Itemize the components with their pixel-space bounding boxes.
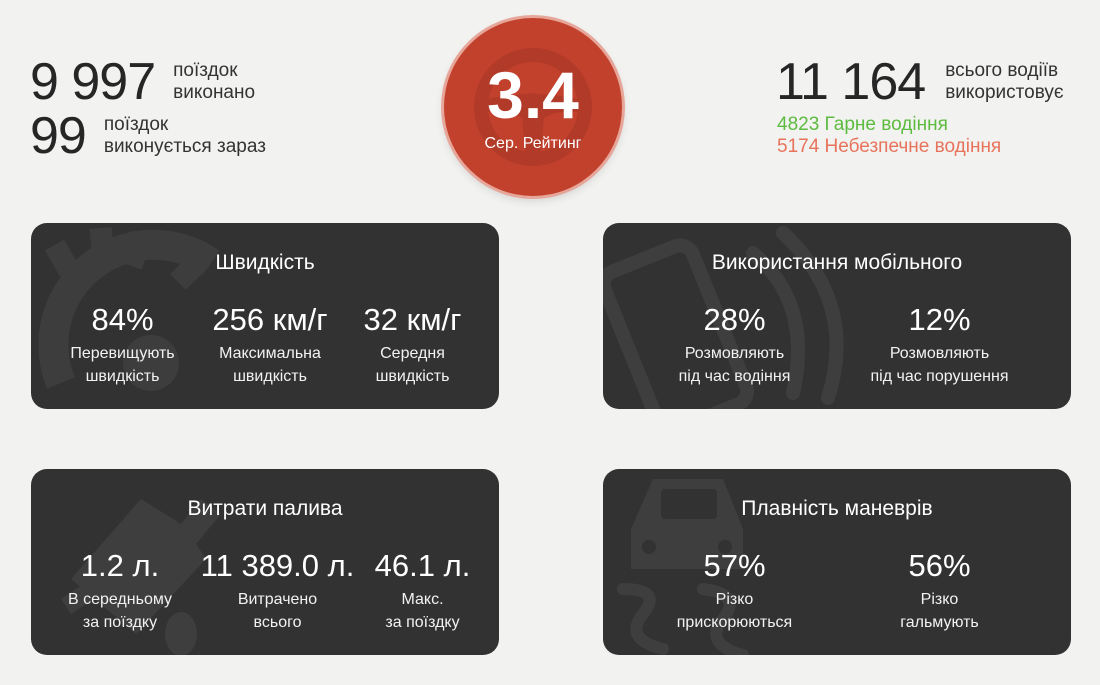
metric-label-line2: швидкість xyxy=(375,368,450,385)
drivers-total-stat: 11 164 всього водіїв використовує xyxy=(776,56,1064,108)
speed-card: Швидкість 84% Перевищують швидкість 256 … xyxy=(31,223,499,409)
metric-label-line2: під час порушення xyxy=(870,368,1009,385)
fuel-card-title: Витрати палива xyxy=(187,497,343,520)
speed-card-title: Швидкість xyxy=(215,251,315,274)
metric-label-line1: Розмовляють xyxy=(684,345,785,362)
good-driving-count: 4823 Гарне водіння xyxy=(777,114,948,135)
metric-value: 1.2 л. xyxy=(80,548,160,583)
metric-label-line1: Середня xyxy=(380,345,445,362)
drivers-total-value: 11 164 xyxy=(776,53,926,111)
metric-value: 57% xyxy=(703,548,766,583)
smoothness-metric-accel: 57% Різко прискорюються xyxy=(632,549,837,634)
metric-label-line1: В середньому xyxy=(67,591,173,608)
smoothness-metric-brake: 56% Різко гальмують xyxy=(837,549,1042,634)
trips-completed-value: 9 997 xyxy=(30,53,156,111)
mobile-metrics: 28% Розмовляють під час водіння 12% Розм… xyxy=(603,303,1071,388)
mobile-card-title: Використання мобільного xyxy=(711,251,963,274)
drivers-total-label-line1: всього водіїв xyxy=(945,60,1059,81)
metric-label-line2: гальмують xyxy=(900,614,979,631)
metric-label-line2: за поїздку xyxy=(385,614,460,631)
trips-in-progress-stat: 99 поїздок виконується зараз xyxy=(30,110,266,162)
metric-value: 84% xyxy=(91,302,154,337)
smoothness-metrics: 57% Різко прискорюються 56% Різко гальму… xyxy=(603,549,1071,634)
metric-label-line1: Максимальна xyxy=(219,345,321,362)
metric-label-line2: швидкість xyxy=(85,368,160,385)
metric-value: 256 км/г xyxy=(212,302,328,337)
speed-metric-max: 256 км/г Максимальна швидкість xyxy=(198,303,343,388)
trips-in-progress-label-line2: виконується зараз xyxy=(103,136,266,157)
average-rating-badge: 3.4 Сер. Рейтинг xyxy=(444,18,622,196)
metric-label-line2: швидкість xyxy=(233,368,307,385)
speed-metric-over: 84% Перевищують швидкість xyxy=(48,303,198,388)
metric-label-line1: Різко xyxy=(920,591,959,608)
trips-completed-stat: 9 997 поїздок виконано xyxy=(30,56,255,108)
fuel-metrics: 1.2 л. В середньому за поїздку 11 389.0 … xyxy=(31,549,499,634)
fuel-card: Витрати палива 1.2 л. В середньому за по… xyxy=(31,469,499,655)
dangerous-driving-count: 5174 Небезпечне водіння xyxy=(777,136,1002,157)
rating-value: 3.4 xyxy=(487,58,579,132)
metric-value: 11 389.0 л. xyxy=(200,548,355,583)
metric-label-line2: прискорюються xyxy=(676,614,793,631)
trips-in-progress-label: поїздок виконується зараз xyxy=(104,114,266,158)
metric-label-line1: Розмовляють xyxy=(889,345,990,362)
mobile-metric-driving: 28% Розмовляють під час водіння xyxy=(632,303,837,388)
metric-label-line2: під час водіння xyxy=(678,368,791,385)
mobile-usage-card: Використання мобільного 28% Розмовляють … xyxy=(603,223,1071,409)
mobile-metric-violation: 12% Розмовляють під час порушення xyxy=(837,303,1042,388)
metric-label-line2: всього xyxy=(253,614,302,631)
smoothness-card: Плавність маневрів 57% Різко прискорюють… xyxy=(603,469,1071,655)
metric-value: 12% xyxy=(908,302,971,337)
fuel-metric-total: 11 389.0 л. Витрачено всього xyxy=(200,549,355,634)
metric-label-line2: за поїздку xyxy=(82,614,158,631)
metric-value: 28% xyxy=(703,302,766,337)
metric-value: 32 км/г xyxy=(363,302,462,337)
trips-completed-label-line1: поїздок xyxy=(173,60,238,81)
smoothness-card-title: Плавність маневрів xyxy=(741,497,933,520)
metric-label-line1: Різко xyxy=(715,591,754,608)
metric-value: 56% xyxy=(908,548,971,583)
metric-label-line1: Перевищують xyxy=(70,345,175,362)
metric-label-line1: Макс. xyxy=(401,591,444,608)
fuel-metric-max: 46.1 л. Макс. за поїздку xyxy=(355,549,490,634)
metric-value: 46.1 л. xyxy=(374,548,471,583)
metric-label-line1: Витрачено xyxy=(237,591,318,608)
drivers-total-label: всього водіїв використовує xyxy=(945,60,1063,104)
speed-metric-avg: 32 км/г Середня швидкість xyxy=(343,303,483,388)
trips-completed-label: поїздок виконано xyxy=(173,60,255,104)
speed-metrics: 84% Перевищують швидкість 256 км/г Макси… xyxy=(31,303,499,388)
trips-in-progress-label-line1: поїздок xyxy=(103,114,169,135)
rating-caption: Сер. Рейтинг xyxy=(484,135,582,152)
trips-in-progress-value: 99 xyxy=(30,107,87,165)
fuel-metric-avg: 1.2 л. В середньому за поїздку xyxy=(40,549,200,634)
trips-completed-label-line2: виконано xyxy=(173,82,256,103)
drivers-total-label-line2: використовує xyxy=(945,82,1064,103)
